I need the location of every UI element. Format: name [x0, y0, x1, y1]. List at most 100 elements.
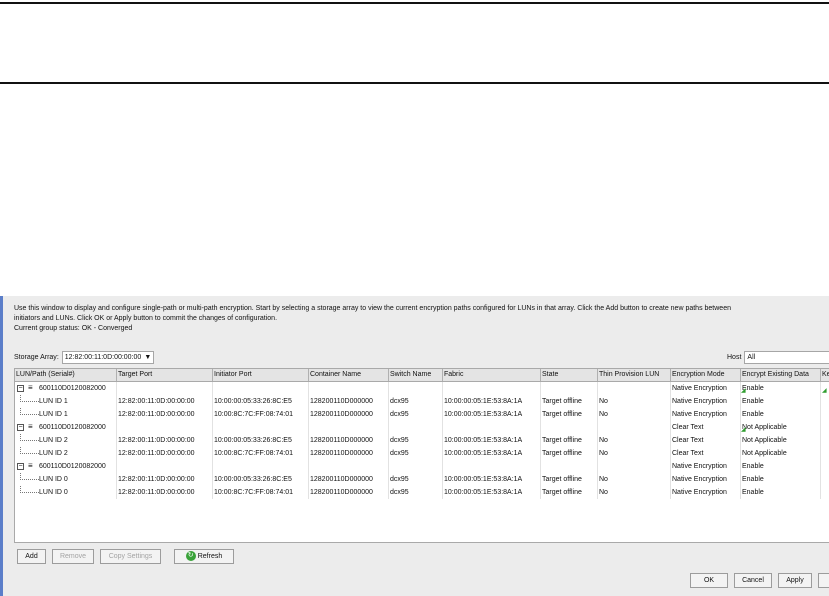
table-cell[interactable]: 128200110D000000: [309, 447, 389, 460]
table-cell[interactable]: 12:82:00:11:0D:00:00:00: [117, 447, 213, 460]
table-cell[interactable]: [117, 382, 213, 395]
collapse-toggle-icon[interactable]: −: [17, 385, 24, 392]
table-cell[interactable]: Native Encryption: [671, 473, 741, 486]
remove-button[interactable]: Remove: [52, 549, 94, 564]
storage-array-select[interactable]: 12:82:00:11:0D:00:00:00 ▼: [61, 351, 155, 364]
table-cell[interactable]: dcx95: [389, 434, 443, 447]
table-cell[interactable]: Target offline: [541, 395, 598, 408]
table-cell[interactable]: − ≡ 600110D0120082000: [15, 382, 117, 395]
table-cell[interactable]: 10:00:8C:7C:FF:08:74:01: [213, 447, 309, 460]
ok-button[interactable]: OK: [690, 573, 728, 588]
table-cell[interactable]: [821, 421, 829, 434]
table-cell[interactable]: [821, 434, 829, 447]
table-cell[interactable]: 12:82:00:11:0D:00:00:00: [117, 408, 213, 421]
apply-button[interactable]: Apply: [778, 573, 812, 588]
table-cell[interactable]: No: [598, 434, 671, 447]
lun-row[interactable]: − ≡ 600110D0120082000 Native Encryption Enab…: [15, 382, 829, 395]
column-header[interactable]: Container Name: [309, 369, 389, 381]
table-cell[interactable]: Target offline: [541, 486, 598, 499]
table-cell[interactable]: [443, 421, 541, 434]
column-header[interactable]: State: [541, 369, 598, 381]
table-cell[interactable]: 128200110D000000: [309, 473, 389, 486]
table-cell[interactable]: 10:00:8C:7C:FF:08:74:01: [213, 486, 309, 499]
table-cell[interactable]: [598, 460, 671, 473]
table-cell[interactable]: 128200110D000000: [309, 486, 389, 499]
table-cell[interactable]: No: [598, 408, 671, 421]
table-cell[interactable]: LUN ID 0: [15, 473, 117, 486]
table-cell[interactable]: No: [598, 486, 671, 499]
table-cell[interactable]: Target offline: [541, 408, 598, 421]
path-row[interactable]: LUN ID 1 12:82:00:11:0D:00:00:00 10:00:00:…: [15, 395, 829, 408]
table-cell[interactable]: 10:00:00:05:1E:53:8A:1A: [443, 486, 541, 499]
lun-row[interactable]: − ≡ 600110D0120082000 Native Encryption Enab…: [15, 460, 829, 473]
table-cell[interactable]: − ≡ 600110D0120082000: [15, 421, 117, 434]
column-header[interactable]: Target Port: [117, 369, 213, 381]
table-cell[interactable]: Native Encryption: [671, 460, 741, 473]
table-cell[interactable]: [389, 421, 443, 434]
table-cell[interactable]: [821, 486, 829, 499]
refresh-button[interactable]: ↻ Refresh: [174, 549, 234, 564]
table-cell[interactable]: [213, 382, 309, 395]
table-cell[interactable]: Enable: [741, 473, 821, 486]
table-cell[interactable]: [389, 382, 443, 395]
table-cell[interactable]: No: [598, 395, 671, 408]
table-cell[interactable]: 10:00:00:05:33:26:8C:E5: [213, 395, 309, 408]
table-cell[interactable]: [541, 382, 598, 395]
table-cell[interactable]: 128200110D000000: [309, 408, 389, 421]
table-cell[interactable]: Clear Text: [671, 434, 741, 447]
table-cell[interactable]: [309, 421, 389, 434]
table-cell[interactable]: No: [598, 447, 671, 460]
table-cell[interactable]: 12:82:00:11:0D:00:00:00: [117, 434, 213, 447]
table-cell[interactable]: 12:82:00:11:0D:00:00:00: [117, 486, 213, 499]
table-cell[interactable]: [541, 421, 598, 434]
table-cell[interactable]: [821, 408, 829, 421]
host-select[interactable]: All: [744, 351, 829, 364]
table-cell[interactable]: 10:00:8C:7C:FF:08:74:01: [213, 408, 309, 421]
table-cell[interactable]: 12:82:00:11:0D:00:00:00: [117, 395, 213, 408]
table-cell[interactable]: [309, 382, 389, 395]
table-cell[interactable]: Not Applicable: [741, 434, 821, 447]
table-cell[interactable]: dcx95: [389, 447, 443, 460]
table-cell[interactable]: 12:82:00:11:0D:00:00:00: [117, 473, 213, 486]
table-cell[interactable]: [213, 460, 309, 473]
table-cell[interactable]: Enable: [741, 460, 821, 473]
table-cell[interactable]: dcx95: [389, 395, 443, 408]
table-cell[interactable]: Not Applicable ◢: [741, 421, 821, 434]
table-cell[interactable]: 10:00:00:05:33:26:8C:E5: [213, 434, 309, 447]
table-cell[interactable]: Enable ◢: [741, 382, 821, 395]
table-cell[interactable]: [443, 460, 541, 473]
table-cell[interactable]: LUN ID 2: [15, 434, 117, 447]
path-row[interactable]: LUN ID 2 12:82:00:11:0D:00:00:00 10:00:8C:…: [15, 447, 829, 460]
table-cell[interactable]: LUN ID 0: [15, 486, 117, 499]
column-header[interactable]: Ke: [821, 369, 829, 381]
table-cell[interactable]: [821, 460, 829, 473]
column-header[interactable]: Fabric: [443, 369, 541, 381]
path-row[interactable]: LUN ID 1 12:82:00:11:0D:00:00:00 10:00:8C:…: [15, 408, 829, 421]
table-cell[interactable]: Enable: [741, 486, 821, 499]
table-cell[interactable]: dcx95: [389, 408, 443, 421]
add-button[interactable]: Add: [17, 549, 46, 564]
column-header[interactable]: Thin Provision LUN: [598, 369, 671, 381]
column-header[interactable]: Encrypt Existing Data: [741, 369, 821, 381]
table-cell[interactable]: [389, 460, 443, 473]
table-cell[interactable]: 128200110D000000: [309, 395, 389, 408]
table-cell[interactable]: dcx95: [389, 473, 443, 486]
path-row[interactable]: LUN ID 2 12:82:00:11:0D:00:00:00 10:00:00:…: [15, 434, 829, 447]
table-cell[interactable]: Clear Text: [671, 421, 741, 434]
table-cell[interactable]: 10:00:00:05:1E:53:8A:1A: [443, 395, 541, 408]
cancel-button[interactable]: Cancel: [734, 573, 772, 588]
table-cell[interactable]: No: [598, 473, 671, 486]
table-cell[interactable]: 10:00:00:05:1E:53:8A:1A: [443, 434, 541, 447]
table-cell[interactable]: 10:00:00:05:33:26:8C:E5: [213, 473, 309, 486]
table-cell[interactable]: Not Applicable: [741, 447, 821, 460]
table-cell[interactable]: [598, 382, 671, 395]
table-cell[interactable]: 10:00:00:05:1E:53:8A:1A: [443, 473, 541, 486]
column-header[interactable]: LUN/Path (Serial#): [15, 369, 117, 381]
table-cell[interactable]: ◢: [821, 382, 829, 395]
table-cell[interactable]: Enable: [741, 408, 821, 421]
table-cell[interactable]: Target offline: [541, 447, 598, 460]
path-row[interactable]: LUN ID 0 12:82:00:11:0D:00:00:00 10:00:8C:…: [15, 486, 829, 499]
table-cell[interactable]: 128200110D000000: [309, 434, 389, 447]
column-header[interactable]: Encryption Mode: [671, 369, 741, 381]
table-cell[interactable]: [821, 447, 829, 460]
